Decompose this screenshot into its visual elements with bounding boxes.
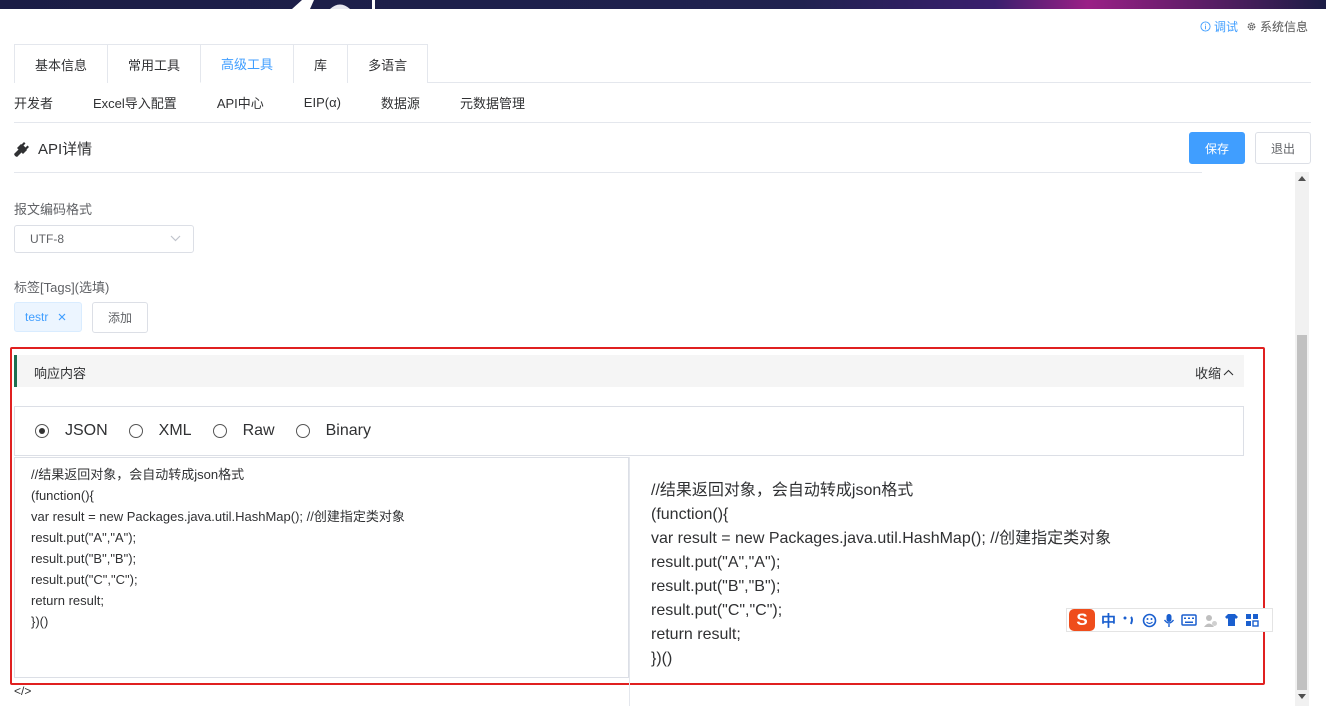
page-title: API详情 xyxy=(38,141,93,158)
code-line: var result = new Packages.java.util.Hash… xyxy=(31,509,405,524)
grid-menu-icon[interactable] xyxy=(1245,613,1259,627)
radio-json[interactable]: JSON xyxy=(35,422,108,440)
response-title: 响应内容 xyxy=(34,366,87,381)
tab-advanced-tools[interactable]: 高级工具 xyxy=(200,44,295,83)
radio-circle xyxy=(295,424,310,438)
tab-excel-import[interactable]: Excel导入配置 xyxy=(93,93,177,112)
divider xyxy=(14,172,1202,173)
tab-basic-info[interactable]: 基本信息 xyxy=(14,44,109,83)
top-banner xyxy=(0,0,1326,9)
radio-label: XML xyxy=(158,422,192,439)
tab-eip[interactable]: EIP(α) xyxy=(304,95,341,110)
sogou-logo-icon: S xyxy=(1069,609,1095,631)
close-icon[interactable] xyxy=(58,313,66,321)
exit-button[interactable]: 退出 xyxy=(1255,132,1311,164)
code-line: result.put("C","C"); xyxy=(31,572,138,587)
code-line: //结果返回对象，会自动转成json格式 xyxy=(31,467,245,482)
tab-multilang[interactable]: 多语言 xyxy=(347,44,429,83)
response-section-header: 响应内容 收缩 xyxy=(14,355,1244,387)
sysinfo-label: 系统信息 xyxy=(1259,20,1308,34)
user-icon[interactable] xyxy=(1203,613,1218,628)
code-line: })() xyxy=(31,614,49,629)
radio-xml[interactable]: XML xyxy=(128,422,192,440)
collapse-button[interactable]: 收缩 xyxy=(1195,363,1234,382)
tag-chip: testr xyxy=(14,302,82,332)
chevron-up-icon xyxy=(1223,369,1234,376)
vertical-scrollbar[interactable] xyxy=(1295,172,1309,706)
microphone-icon[interactable] xyxy=(1163,613,1175,628)
keyboard-icon[interactable] xyxy=(1181,614,1197,626)
preview-line: result.put("B","B"); xyxy=(651,578,781,595)
code-line: return result; xyxy=(31,593,104,608)
top-bar: 调试 系统信息 xyxy=(0,9,1326,42)
radio-binary[interactable]: Binary xyxy=(295,422,371,440)
preview-line: var result = new Packages.java.util.Hash… xyxy=(651,530,1112,547)
preview-line: (function(){ xyxy=(651,506,729,523)
tab-api-center[interactable]: API中心 xyxy=(217,93,264,112)
radio-raw[interactable]: Raw xyxy=(212,422,275,440)
radio-circle xyxy=(35,424,49,438)
skin-icon[interactable] xyxy=(1224,613,1239,627)
tab-datasource[interactable]: 数据源 xyxy=(381,93,420,112)
encoding-value: UTF-8 xyxy=(30,232,64,246)
code-line: result.put("B","B"); xyxy=(31,551,137,566)
code-toggle-icon[interactable]: </> xyxy=(14,684,31,698)
primary-tabs: 基本信息 常用工具 高级工具 库 多语言 xyxy=(14,44,1311,83)
emoji-icon[interactable] xyxy=(1142,613,1157,628)
sysinfo-link[interactable]: 系统信息 xyxy=(1246,18,1308,35)
preview-line: //结果返回对象，会自动转成json格式 xyxy=(651,482,914,499)
plug-icon xyxy=(14,141,29,157)
code-editor[interactable]: //结果返回对象，会自动转成json格式 (function(){ var re… xyxy=(14,457,629,678)
scroll-up-icon[interactable] xyxy=(1298,176,1306,181)
tags-label: 标签[Tags](选填) xyxy=(14,280,110,295)
radio-label: Binary xyxy=(325,422,371,439)
tab-common-tools[interactable]: 常用工具 xyxy=(107,44,202,83)
code-line: (function(){ xyxy=(31,488,94,503)
encoding-label: 报文编码格式 xyxy=(14,202,93,217)
format-radio-group: JSON XML Raw Binary xyxy=(14,406,1244,456)
title-bar: API详情 保存 退出 xyxy=(14,130,1311,166)
debug-link[interactable]: 调试 xyxy=(1200,18,1238,35)
radio-label: JSON xyxy=(65,422,108,439)
tag-label: testr xyxy=(25,310,49,324)
code-preview: //结果返回对象，会自动转成json格式 (function(){ var re… xyxy=(629,457,1244,706)
scroll-thumb[interactable] xyxy=(1297,335,1307,690)
code-line: result.put("A","A"); xyxy=(31,530,137,545)
preview-line: result.put("A","A"); xyxy=(651,554,781,571)
radio-circle xyxy=(212,424,227,438)
punctuation-icon[interactable] xyxy=(1122,613,1136,627)
tab-library[interactable]: 库 xyxy=(293,44,349,83)
info-icon xyxy=(1200,21,1211,32)
chevron-down-icon xyxy=(170,235,181,242)
radio-circle xyxy=(128,424,143,438)
banner-logo-icon xyxy=(292,0,375,9)
scroll-down-icon[interactable] xyxy=(1298,694,1306,699)
ime-toolbar[interactable]: S 中 xyxy=(1066,608,1273,632)
debug-label: 调试 xyxy=(1213,20,1238,34)
tab-metadata[interactable]: 元数据管理 xyxy=(460,93,525,112)
secondary-tabs: 开发者 Excel导入配置 API中心 EIP(α) 数据源 元数据管理 xyxy=(14,83,1311,123)
encoding-select[interactable]: UTF-8 xyxy=(14,225,194,253)
gear-icon xyxy=(1247,22,1256,31)
save-button[interactable]: 保存 xyxy=(1189,132,1245,164)
add-tag-button[interactable]: 添加 xyxy=(92,302,148,333)
collapse-label: 收缩 xyxy=(1194,366,1221,381)
preview-line: })() xyxy=(651,650,673,667)
ime-mode[interactable]: 中 xyxy=(1101,610,1116,631)
radio-label: Raw xyxy=(242,422,275,439)
tab-developer[interactable]: 开发者 xyxy=(14,93,53,112)
